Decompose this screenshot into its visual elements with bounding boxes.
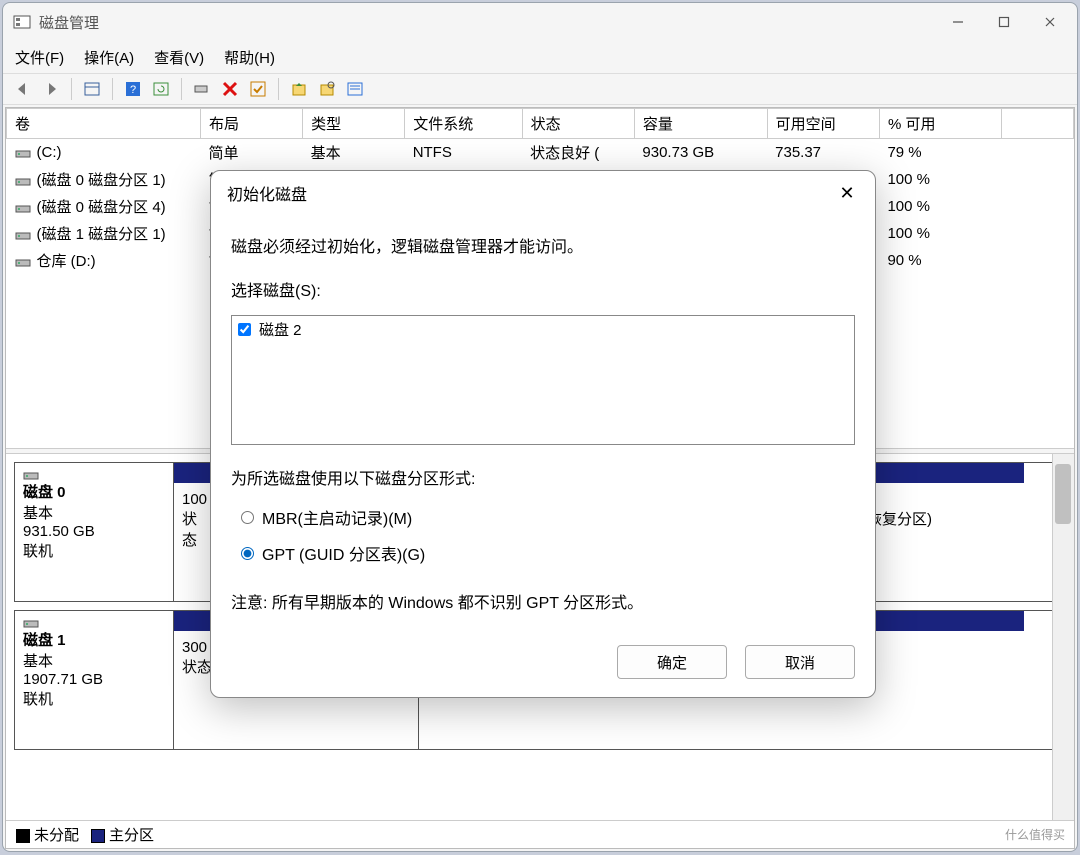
watermark: 什么值得买 — [999, 824, 1071, 845]
column-header[interactable]: % 可用 — [879, 109, 1002, 139]
menu-view[interactable]: 查看(V) — [154, 47, 204, 68]
close-button[interactable] — [1027, 6, 1073, 38]
disk-header[interactable]: 磁盘 1基本1907.71 GB联机 — [14, 610, 174, 750]
legend-unallocated: 未分配 — [34, 827, 79, 844]
mbr-label: MBR(主启动记录)(M) — [262, 505, 412, 529]
partition-style-label: 为所选磁盘使用以下磁盘分区形式: — [231, 465, 855, 489]
disk-2-checkbox[interactable] — [238, 323, 251, 336]
window-title: 磁盘管理 — [39, 12, 99, 33]
legend-primary: 主分区 — [109, 827, 154, 844]
gpt-radio-row[interactable]: GPT (GUID 分区表)(G) — [241, 541, 855, 565]
disk-listbox[interactable]: 磁盘 2 — [231, 315, 855, 445]
column-header[interactable]: 布局 — [201, 109, 303, 139]
menu-action[interactable]: 操作(A) — [84, 47, 134, 68]
gpt-label: GPT (GUID 分区表)(G) — [262, 541, 425, 565]
disk-icon — [15, 256, 33, 268]
maximize-button[interactable] — [981, 6, 1027, 38]
minimize-button[interactable] — [935, 6, 981, 38]
window-controls — [935, 6, 1073, 38]
disk-icon — [15, 202, 33, 214]
dialog-title: 初始化磁盘 — [227, 181, 307, 205]
disk-header[interactable]: 磁盘 0基本931.50 GB联机 — [14, 462, 174, 602]
select-disk-label: 选择磁盘(S): — [231, 277, 855, 301]
refresh-icon[interactable] — [149, 77, 173, 101]
disk-icon — [23, 617, 41, 629]
disk-icon — [15, 147, 33, 159]
column-header[interactable]: 卷 — [7, 109, 201, 139]
column-header[interactable]: 类型 — [303, 109, 405, 139]
cancel-button[interactable]: 取消 — [745, 645, 855, 679]
disk-icon — [15, 175, 33, 187]
column-header[interactable]: 可用空间 — [767, 109, 879, 139]
vertical-scrollbar[interactable] — [1052, 454, 1074, 820]
disk-2-label: 磁盘 2 — [259, 319, 302, 340]
svg-text:?: ? — [130, 84, 136, 96]
table-row[interactable]: (C:)简单基本NTFS状态良好 (930.73 GB735.3779 % — [7, 139, 1074, 167]
delete-icon[interactable] — [218, 77, 242, 101]
column-header[interactable]: 文件系统 — [405, 109, 522, 139]
gpt-radio[interactable] — [241, 547, 254, 560]
forward-button[interactable] — [39, 77, 63, 101]
back-button[interactable] — [11, 77, 35, 101]
legend-unallocated-swatch — [16, 829, 30, 843]
disk-icon — [15, 229, 33, 241]
check-icon[interactable] — [246, 77, 270, 101]
action1-icon[interactable] — [287, 77, 311, 101]
legend-primary-swatch — [91, 829, 105, 843]
properties-icon[interactable] — [343, 77, 367, 101]
menubar: 文件(F) 操作(A) 查看(V) 帮助(H) — [3, 41, 1077, 73]
mbr-radio-row[interactable]: MBR(主启动记录)(M) — [241, 505, 855, 529]
action2-icon[interactable] — [315, 77, 339, 101]
dialog-close-icon[interactable]: ✕ — [835, 183, 859, 204]
column-header[interactable]: 容量 — [634, 109, 767, 139]
titlebar: 磁盘管理 — [3, 3, 1077, 41]
disk-icon — [23, 469, 41, 481]
main-window: 磁盘管理 文件(F) 操作(A) 查看(V) 帮助(H) ? — [2, 2, 1078, 852]
legend: 未分配 主分区 — [6, 820, 1074, 848]
toolbar: ? — [3, 73, 1077, 105]
menu-file[interactable]: 文件(F) — [15, 47, 64, 68]
app-icon — [13, 13, 31, 31]
dialog-note: 注意: 所有早期版本的 Windows 都不识别 GPT 分区形式。 — [231, 589, 855, 613]
list-item[interactable]: 磁盘 2 — [232, 316, 854, 343]
help-icon[interactable]: ? — [121, 77, 145, 101]
view-icon[interactable] — [80, 77, 104, 101]
rescan-icon[interactable] — [190, 77, 214, 101]
dialog-message: 磁盘必须经过初始化，逻辑磁盘管理器才能访问。 — [231, 233, 855, 257]
initialize-disk-dialog: 初始化磁盘 ✕ 磁盘必须经过初始化，逻辑磁盘管理器才能访问。 选择磁盘(S): … — [210, 170, 876, 698]
partition[interactable]: 恢复分区) — [859, 463, 1024, 601]
ok-button[interactable]: 确定 — [617, 645, 727, 679]
mbr-radio[interactable] — [241, 511, 254, 524]
column-header[interactable]: 状态 — [522, 109, 634, 139]
menu-help[interactable]: 帮助(H) — [224, 47, 275, 68]
